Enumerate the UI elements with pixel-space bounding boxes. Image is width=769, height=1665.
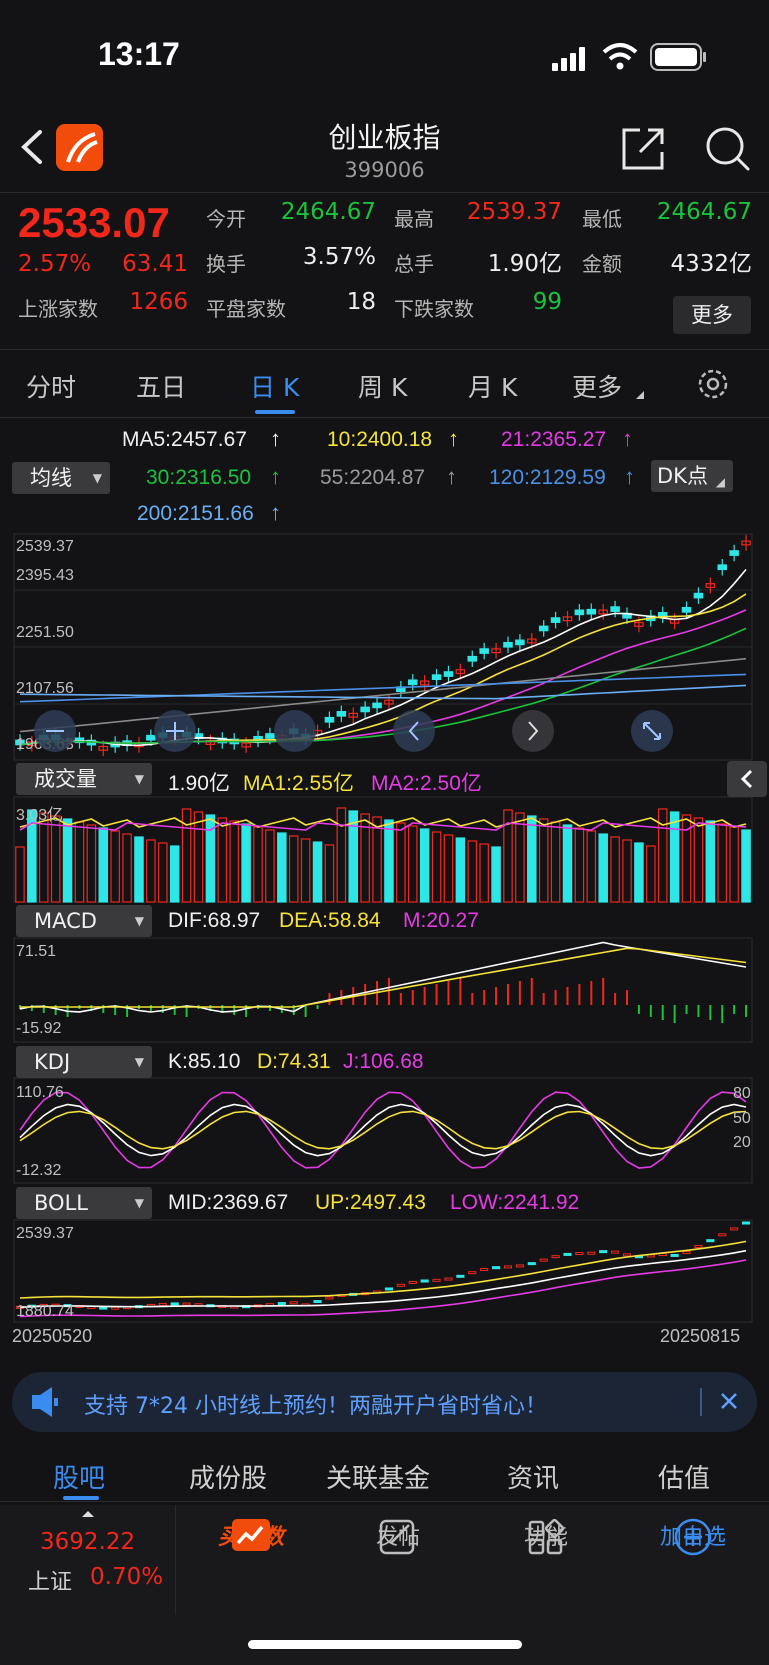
grid-icon <box>528 1518 565 1555</box>
volume-ma2: MA2:2.50亿 <box>371 772 482 795</box>
boll-up: UP:2497.43 <box>315 1191 426 1214</box>
volume-ma1: MA1:2.55亿 <box>243 772 354 795</box>
macd-m: M:20.27 <box>403 909 479 932</box>
collapse-indicator-button[interactable] <box>727 761 767 797</box>
plus-circle-icon <box>674 1518 712 1556</box>
dropdown-caret-icon: ▼ <box>134 772 144 786</box>
kdj-ref-80: 80 <box>733 1085 751 1102</box>
nav-divider <box>175 1505 176 1615</box>
tab-constituents[interactable]: 成份股 <box>189 1458 267 1495</box>
zoom-out-icon[interactable] <box>34 710 76 752</box>
macd-dea: DEA:58.84 <box>279 909 381 932</box>
volume-selector[interactable]: 成交量 ▼ <box>16 763 152 795</box>
boll-axis-top: 2539.37 <box>16 1225 74 1242</box>
dropdown-caret-icon: ▼ <box>134 1055 144 1069</box>
scroll-left-icon[interactable] <box>393 710 435 752</box>
boll-axis-bottom: 1880.74 <box>16 1303 74 1320</box>
date-end: 20250815 <box>660 1326 741 1346</box>
macd-axis-bottom: -15.92 <box>16 1020 62 1037</box>
kdj-j: J:106.68 <box>343 1050 424 1073</box>
tab-news[interactable]: 资讯 <box>507 1458 559 1495</box>
promo-banner[interactable]: 支持 7*24 小时线上预约！两融开户省时省心！ <box>12 1372 757 1432</box>
add-watchlist-button[interactable]: 加自选 <box>638 1515 748 1556</box>
boll-low: LOW:2241.92 <box>450 1191 580 1214</box>
tab-forum[interactable]: 股吧 <box>53 1458 105 1495</box>
chevron-left-icon <box>740 769 753 789</box>
kdj-ref-50: 50 <box>733 1110 751 1127</box>
macd-dif: DIF:68.97 <box>168 909 261 932</box>
macd-selector[interactable]: MACD ▼ <box>16 905 152 937</box>
kdj-axis-top: 110.76 <box>16 1084 64 1101</box>
volume-value: 1.90亿 <box>168 772 230 795</box>
volume-axis-top: 3.03亿 <box>16 807 64 824</box>
buy-index-button[interactable]: 买指数 <box>196 1515 306 1551</box>
macd-axis-top: 71.51 <box>16 943 57 960</box>
kdj-selector-label: KDJ <box>34 1050 71 1074</box>
edit-icon <box>379 1519 415 1555</box>
dropdown-caret-icon: ▼ <box>134 1196 144 1210</box>
kdj-selector[interactable]: KDJ ▼ <box>16 1046 152 1078</box>
app-screen: { "status": {"time": "13:17"}, "header":… <box>0 0 769 1665</box>
home-indicator <box>248 1640 522 1649</box>
kdj-d: D:74.31 <box>257 1050 331 1073</box>
volume-selector-label: 成交量 <box>34 767 97 791</box>
function-button[interactable]: 功能 <box>491 1515 601 1555</box>
post-button[interactable]: 发帖 <box>343 1515 453 1555</box>
dropdown-caret-icon: ▼ <box>134 914 144 928</box>
macd-selector-label: MACD <box>34 909 97 933</box>
sh-index-label: 上证 <box>28 1570 73 1595</box>
kdj-axis-bottom: -12.32 <box>16 1162 62 1179</box>
fullscreen-icon[interactable] <box>631 710 673 752</box>
trend-chart-icon <box>232 1519 270 1551</box>
content-tabs: 股吧 成份股 关联基金 资讯 估值 <box>0 1440 769 1502</box>
tab-valuation[interactable]: 估值 <box>658 1458 710 1495</box>
scroll-right-icon[interactable] <box>512 710 554 752</box>
zoom-in-icon[interactable] <box>154 710 196 752</box>
boll-selector-label: BOLL <box>34 1191 88 1215</box>
boll-mid: MID:2369.67 <box>168 1191 289 1214</box>
tab-related-funds[interactable]: 关联基金 <box>326 1458 430 1495</box>
boll-selector[interactable]: BOLL ▼ <box>16 1187 152 1219</box>
sh-index-change: 0.70% <box>90 1564 164 1590</box>
reset-icon[interactable] <box>274 710 316 752</box>
close-icon[interactable] <box>12 1372 757 1432</box>
kdj-k: K:85.10 <box>168 1050 241 1073</box>
date-start: 20250520 <box>12 1326 93 1346</box>
forum-tab-indicator <box>63 1496 99 1500</box>
kdj-ref-20: 20 <box>733 1134 751 1151</box>
sh-index-value[interactable]: 3692.22 <box>40 1529 135 1555</box>
